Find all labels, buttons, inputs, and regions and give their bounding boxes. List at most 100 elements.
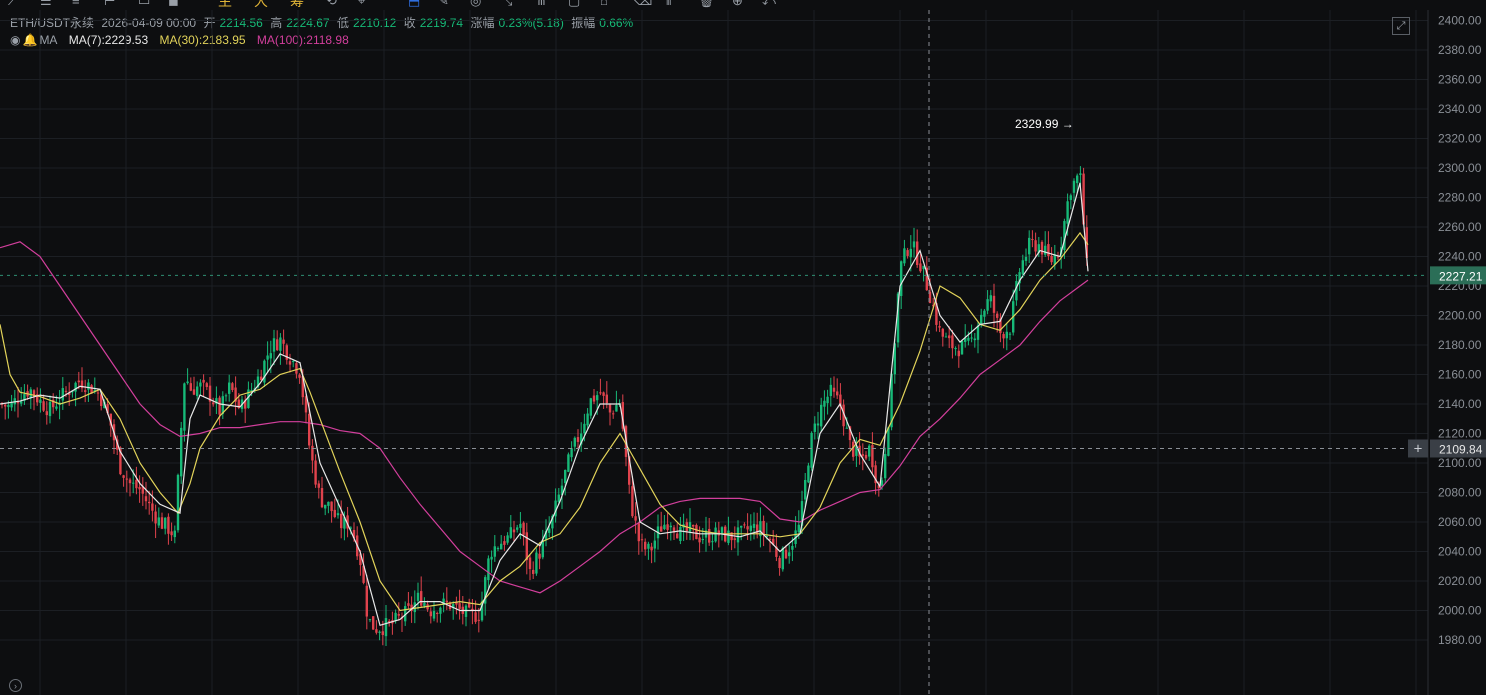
candle-body <box>167 516 170 534</box>
candle-body <box>903 248 906 264</box>
candle-body <box>573 437 576 447</box>
candle-body <box>919 263 922 272</box>
candle-body <box>1031 239 1034 241</box>
y-tick-label: 2200.00 <box>1438 309 1482 323</box>
candle-body <box>708 528 711 543</box>
y-tick-label: 2180.00 <box>1438 338 1482 352</box>
candle-body <box>829 384 832 397</box>
plus-icon: + <box>1414 440 1423 457</box>
candle-body <box>189 383 192 391</box>
y-tick-label: 2060.00 <box>1438 515 1482 529</box>
y-tick-label: 2000.00 <box>1438 604 1482 618</box>
candle-body <box>797 524 800 533</box>
candle-body <box>314 460 317 485</box>
candle-body <box>7 404 10 408</box>
candle-body <box>983 310 986 317</box>
candle-body <box>1066 201 1069 224</box>
fullscreen-icon[interactable]: ⤢ <box>1392 17 1410 35</box>
candle-body <box>1050 255 1053 263</box>
candle-body <box>813 423 816 432</box>
candle-body <box>992 295 996 313</box>
candle-body <box>148 501 151 504</box>
candle-body <box>324 504 327 509</box>
candle-body <box>605 394 608 404</box>
candle-body <box>84 390 87 392</box>
candle-body <box>586 413 589 426</box>
candle-body <box>298 374 301 378</box>
candle-body <box>154 511 157 524</box>
candle-body <box>439 607 442 614</box>
candle-body <box>1002 334 1005 339</box>
candle-body <box>423 602 426 606</box>
candle-body <box>967 337 970 341</box>
candle-body <box>205 383 208 387</box>
candle-body <box>160 517 164 529</box>
candle-body <box>336 513 340 516</box>
candle-body <box>458 603 461 609</box>
candle-body <box>592 395 596 402</box>
candle-body <box>567 454 570 472</box>
candle-body <box>29 389 32 398</box>
y-tick-label: 2280.00 <box>1438 191 1482 205</box>
candle-body <box>666 524 669 530</box>
candle-body <box>1044 245 1047 255</box>
candle-body <box>340 513 343 529</box>
candle-body <box>660 526 663 532</box>
candle-body <box>720 527 724 534</box>
candle-body <box>784 549 788 559</box>
candle-body <box>781 547 784 570</box>
candle-body <box>212 402 215 405</box>
candle-body <box>138 486 141 490</box>
candle-body <box>420 591 423 606</box>
candle-body <box>327 501 330 506</box>
candle-body <box>39 399 42 403</box>
candle-body <box>650 546 653 551</box>
candle-body <box>909 248 912 258</box>
candle-body <box>634 516 637 521</box>
y-tick-label: 2120.00 <box>1438 427 1482 441</box>
y-tick-label: 2380.00 <box>1438 43 1482 57</box>
candle-body <box>196 386 199 396</box>
candle-body <box>535 552 538 574</box>
candle-body <box>743 524 746 526</box>
y-tick-label: 2260.00 <box>1438 220 1482 234</box>
candle-body <box>474 612 477 622</box>
y-tick-label: 2300.00 <box>1438 161 1482 175</box>
candle-body <box>368 619 372 621</box>
candle-body <box>698 537 701 543</box>
candle-body <box>228 382 231 394</box>
candle-body <box>151 503 154 511</box>
candlestick-chart[interactable]: 2400.00 2380.00 2360.00 2340.00 2320.00 2300.… <box>0 0 1486 695</box>
candle-body <box>445 600 448 603</box>
candle-body <box>288 361 292 365</box>
candle-body <box>269 353 272 359</box>
candle-body <box>42 401 45 411</box>
candle-body <box>986 299 989 311</box>
candle-body <box>951 335 954 349</box>
candle-body <box>564 469 567 484</box>
settings-circle-icon[interactable]: › <box>9 679 22 692</box>
candle-body <box>317 483 320 488</box>
candle-body <box>135 479 138 489</box>
y-tick-label: 2080.00 <box>1438 486 1482 500</box>
candle-body <box>266 355 269 360</box>
candle-body <box>333 509 336 518</box>
y-tick-label: 2400.00 <box>1438 14 1482 28</box>
candle-body <box>663 524 666 530</box>
candle-body <box>372 616 375 630</box>
candle-body <box>506 535 509 543</box>
candle-body <box>500 543 503 550</box>
candle-body <box>826 396 829 404</box>
candle-body <box>647 543 650 549</box>
candle-body <box>532 569 535 574</box>
candle-body <box>701 538 704 541</box>
candle-body <box>509 527 512 538</box>
candle-body <box>692 524 695 527</box>
candle-body <box>989 295 992 302</box>
candle-body <box>503 541 506 545</box>
candle-body <box>960 340 964 355</box>
candle-body <box>996 313 999 318</box>
candle-body <box>183 383 186 431</box>
kline-chart-app: ⟋ ☰ ≡ ⊢ ▭ ◼ 主大筹 ⟲ ⌖ ⬒ ✎ ◎ ⤡ ⋔ ▢ ⌂ ⌫ ⫴ 🗑 ⊕ ⤺ ETH/USDT永续 2026-… <box>0 0 1486 695</box>
candle-body <box>823 400 826 407</box>
